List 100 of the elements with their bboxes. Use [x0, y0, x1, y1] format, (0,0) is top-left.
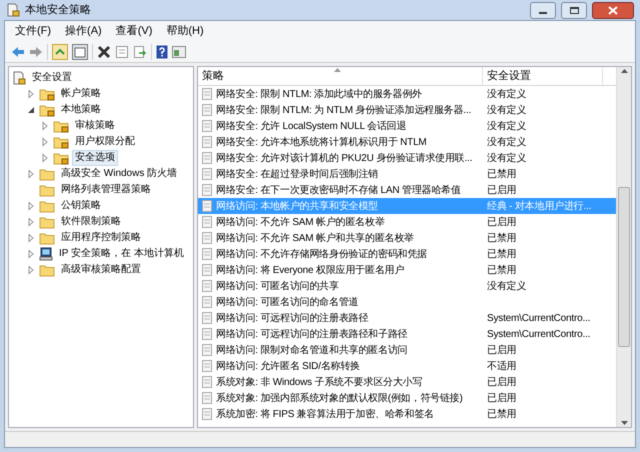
table-row[interactable]: 网络访问: 不允许 SAM 帐户和共享的匿名枚举 已禁用 — [198, 230, 616, 246]
table-cell-text: 网络安全: 允许本地系统将计算机标识用于 NTLM — [216, 136, 427, 150]
table-row[interactable]: 网络访问: 可远程访问的注册表路径 System\CurrentContro... — [198, 310, 616, 326]
expand-arrow-icon[interactable] — [40, 153, 50, 163]
table-cell-text: 不适用 — [486, 360, 518, 374]
expand-arrow-icon[interactable] — [26, 169, 36, 179]
table-row[interactable]: 网络安全: 在下一次更改密码时不存储 LAN 管理器哈希值 已启用 — [198, 182, 616, 198]
forward-arrow-icon[interactable] — [29, 46, 43, 58]
help-icon[interactable] — [156, 44, 168, 58]
table-row[interactable]: 系统对象: 非 Windows 子系统不要求区分大小写 已启用 — [198, 374, 616, 390]
menu-item[interactable]: 操作(A) — [59, 22, 108, 40]
delete-icon[interactable] — [97, 44, 111, 58]
menu-item[interactable]: 帮助(H) — [160, 22, 210, 40]
tree-item[interactable]: 安全选项 — [72, 150, 118, 166]
column-header[interactable]: 安全设置 — [483, 67, 603, 85]
policy-icon — [201, 216, 213, 228]
expand-arrow-icon[interactable] — [26, 265, 36, 275]
table-cell-text: 没有定义 — [486, 104, 528, 118]
table-row[interactable]: 网络访问: 可匿名访问的命名管道 — [198, 294, 616, 310]
menu-item[interactable]: 查看(V) — [110, 22, 158, 40]
tree-item[interactable]: 公钥策略 — [58, 198, 104, 214]
console-icon[interactable] — [172, 44, 186, 58]
table-row[interactable]: 网络安全: 限制 NTLM: 添加此域中的服务器例外 没有定义 — [198, 86, 616, 102]
export-icon[interactable] — [133, 44, 147, 58]
tree-item[interactable]: 软件限制策略 — [58, 214, 124, 230]
tree-pane-icon[interactable] — [72, 44, 88, 60]
expand-arrow-icon[interactable] — [26, 249, 36, 259]
table-row[interactable]: 系统对象: 加强内部系统对象的默认权限(例如，符号链接) 已启用 — [198, 390, 616, 406]
table-row[interactable]: 网络访问: 不允许 SAM 帐户的匿名枚举 已启用 — [198, 214, 616, 230]
table-row[interactable]: 网络安全: 允许 LocalSystem NULL 会话回退 没有定义 — [198, 118, 616, 134]
table-row[interactable]: 网络访问: 将 Everyone 权限应用于匿名用户 已禁用 — [198, 262, 616, 278]
tree-item[interactable]: 审核策略 — [72, 118, 118, 134]
table-row[interactable]: 网络安全: 允许本地系统将计算机标识用于 NTLM 没有定义 — [198, 134, 616, 150]
table-row[interactable]: 网络安全: 在超过登录时间后强制注销 已禁用 — [198, 166, 616, 182]
expand-arrow-icon[interactable] — [26, 89, 36, 99]
tree-item[interactable]: IP 安全策略，在 本地计算机 — [56, 246, 187, 262]
close-button[interactable] — [592, 2, 634, 18]
scroll-up-icon[interactable] — [620, 69, 628, 73]
table-cell-text: System\CurrentContro... — [486, 328, 592, 342]
policy-icon — [201, 344, 213, 356]
table-cell-text: 网络安全: 在下一次更改密码时不存储 LAN 管理器哈希值 — [216, 184, 461, 198]
table-cell-text: 网络安全: 限制 NTLM: 为 NTLM 身份验证添加远程服务器... — [216, 104, 472, 118]
menu-item[interactable]: 文件(F) — [9, 22, 58, 40]
table-cell-text: 网络访问: 允许匿名 SID/名称转换 — [216, 360, 360, 374]
maximize-button[interactable] — [561, 2, 587, 18]
table-cell-text: 没有定义 — [486, 120, 528, 134]
folder-icon — [39, 232, 55, 244]
policy-icon — [201, 136, 213, 148]
scroll-down-icon[interactable] — [620, 421, 628, 425]
locked-folder-icon — [39, 104, 55, 116]
table-cell-text: 网络访问: 不允许 SAM 帐户的匿名枚举 — [216, 216, 385, 230]
policy-icon — [201, 296, 213, 308]
table-cell-text: 已禁用 — [486, 232, 518, 246]
tree-item[interactable]: 应用程序控制策略 — [58, 230, 144, 246]
table-row[interactable]: 系统加密: 将 FIPS 兼容算法用于加密、哈希和签名 已禁用 — [198, 406, 616, 422]
tree-item[interactable]: 用户权限分配 — [72, 134, 138, 150]
computer-icon — [39, 247, 53, 261]
table-cell-text: System\CurrentContro... — [486, 312, 592, 326]
expand-arrow-icon[interactable] — [40, 121, 50, 131]
tree-item[interactable]: 安全设置 — [29, 70, 75, 86]
table-cell-text: 网络访问: 不允许存储网络身份验证的密码和凭据 — [216, 248, 427, 262]
table-row[interactable]: 网络访问: 限制对命名管道和共享的匿名访问 已启用 — [198, 342, 616, 358]
tree-item[interactable]: 网络列表管理器策略 — [58, 182, 154, 198]
table-cell-text: 网络安全: 允许对该计算机的 PKU2U 身份验证请求使用联... — [216, 152, 472, 166]
table-cell-text: 网络访问: 可匿名访问的共享 — [216, 280, 339, 294]
policy-icon — [201, 280, 213, 292]
policy-icon — [201, 264, 213, 276]
policy-icon — [201, 168, 213, 180]
expand-arrow-icon[interactable] — [40, 137, 50, 147]
table-cell-text: 网络访问: 不允许 SAM 帐户和共享的匿名枚举 — [216, 232, 414, 246]
folder-icon — [39, 264, 55, 276]
table-row[interactable]: 网络安全: 限制 NTLM: 为 NTLM 身份验证添加远程服务器... 没有定义 — [198, 102, 616, 118]
tree-item[interactable]: 帐户策略 — [58, 86, 104, 102]
minimize-button[interactable] — [530, 2, 556, 18]
table-row[interactable]: 网络访问: 允许匿名 SID/名称转换 不适用 — [198, 358, 616, 374]
close-icon — [608, 6, 618, 14]
table-row[interactable]: 网络访问: 不允许存储网络身份验证的密码和凭据 已禁用 — [198, 246, 616, 262]
column-header[interactable]: 策略 — [198, 67, 483, 85]
back-arrow-icon[interactable] — [11, 46, 25, 58]
up-folder-icon[interactable] — [52, 44, 68, 60]
table-row[interactable]: 网络访问: 可远程访问的注册表路径和子路径 System\CurrentContro... — [198, 326, 616, 342]
table-cell-text: 系统对象: 加强内部系统对象的默认权限(例如，符号链接) — [216, 392, 463, 406]
scrollbar-drawing[interactable] — [616, 67, 631, 427]
expand-arrow-icon[interactable] — [26, 217, 36, 227]
policy-icon — [201, 376, 213, 388]
table-cell-text: 网络访问: 将 Everyone 权限应用于匿名用户 — [216, 264, 404, 278]
folder-icon — [39, 216, 55, 228]
expand-arrow-icon[interactable] — [26, 233, 36, 243]
policy-icon — [201, 184, 213, 196]
expand-arrow-icon[interactable] — [26, 201, 36, 211]
tree-item[interactable]: 高级安全 Windows 防火墙 — [58, 166, 180, 182]
table-cell-text: 没有定义 — [486, 280, 528, 294]
table-row[interactable]: 网络安全: 允许对该计算机的 PKU2U 身份验证请求使用联... 没有定义 — [198, 150, 616, 166]
collapse-arrow-icon[interactable] — [26, 105, 36, 115]
table-cell-text: 没有定义 — [486, 88, 528, 102]
table-cell-text: 没有定义 — [486, 152, 528, 166]
folder-icon — [39, 184, 55, 196]
table-row[interactable]: 网络访问: 可匿名访问的共享 没有定义 — [198, 278, 616, 294]
tree-item[interactable]: 高级审核策略配置 — [58, 262, 144, 278]
tree-item[interactable]: 本地策略 — [58, 102, 104, 118]
